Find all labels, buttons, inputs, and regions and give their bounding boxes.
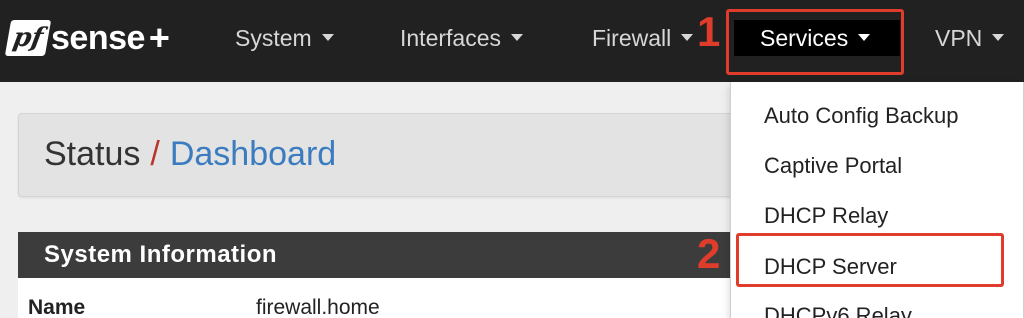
chevron-down-icon — [992, 34, 1005, 42]
nav-vpn-label: VPN — [935, 25, 983, 51]
menu-item-captive-portal[interactable]: Captive Portal — [764, 153, 902, 179]
logo-plus-mark: + — [148, 17, 170, 58]
nav-interfaces-menu[interactable]: Interfaces — [400, 20, 523, 56]
nav-system-label: System — [235, 25, 312, 51]
step2-highlight-box — [736, 233, 1004, 287]
logo-pf-mark: pf — [4, 20, 52, 56]
breadcrumb-panel: Status / Dashboard — [18, 113, 778, 197]
system-information-header[interactable]: System Information — [18, 232, 778, 278]
logo-sense-text: sense — [51, 18, 145, 57]
step1-highlight-box — [726, 9, 904, 75]
nav-firewall-menu[interactable]: Firewall — [592, 20, 694, 56]
chevron-down-icon — [511, 34, 523, 42]
nav-system-menu[interactable]: System — [235, 20, 334, 56]
breadcrumb-separator: / — [150, 135, 160, 173]
menu-item-dhcp-relay[interactable]: DHCP Relay — [764, 203, 888, 229]
name-row-label: Name — [28, 296, 86, 318]
nav-vpn-menu[interactable]: VPN — [935, 20, 1005, 56]
menu-item-dhcpv6-relay[interactable]: DHCPv6 Relay — [764, 303, 912, 318]
nav-firewall-label: Firewall — [592, 25, 672, 51]
step1-number: 1 — [697, 8, 721, 55]
system-information-body: Name firewall.home — [18, 278, 778, 318]
nav-interfaces-label: Interfaces — [400, 25, 501, 51]
menu-item-auto-config-backup[interactable]: Auto Config Backup — [764, 103, 958, 129]
breadcrumb-status: Status — [44, 135, 141, 173]
breadcrumb: Status / Dashboard — [44, 135, 336, 174]
chevron-down-icon — [321, 34, 334, 42]
chevron-down-icon — [681, 34, 694, 42]
breadcrumb-dashboard-link[interactable]: Dashboard — [170, 135, 336, 173]
step2-number: 2 — [697, 230, 721, 277]
name-row-value: firewall.home — [256, 296, 380, 318]
pfsense-logo[interactable]: pf sense + — [4, 17, 170, 58]
